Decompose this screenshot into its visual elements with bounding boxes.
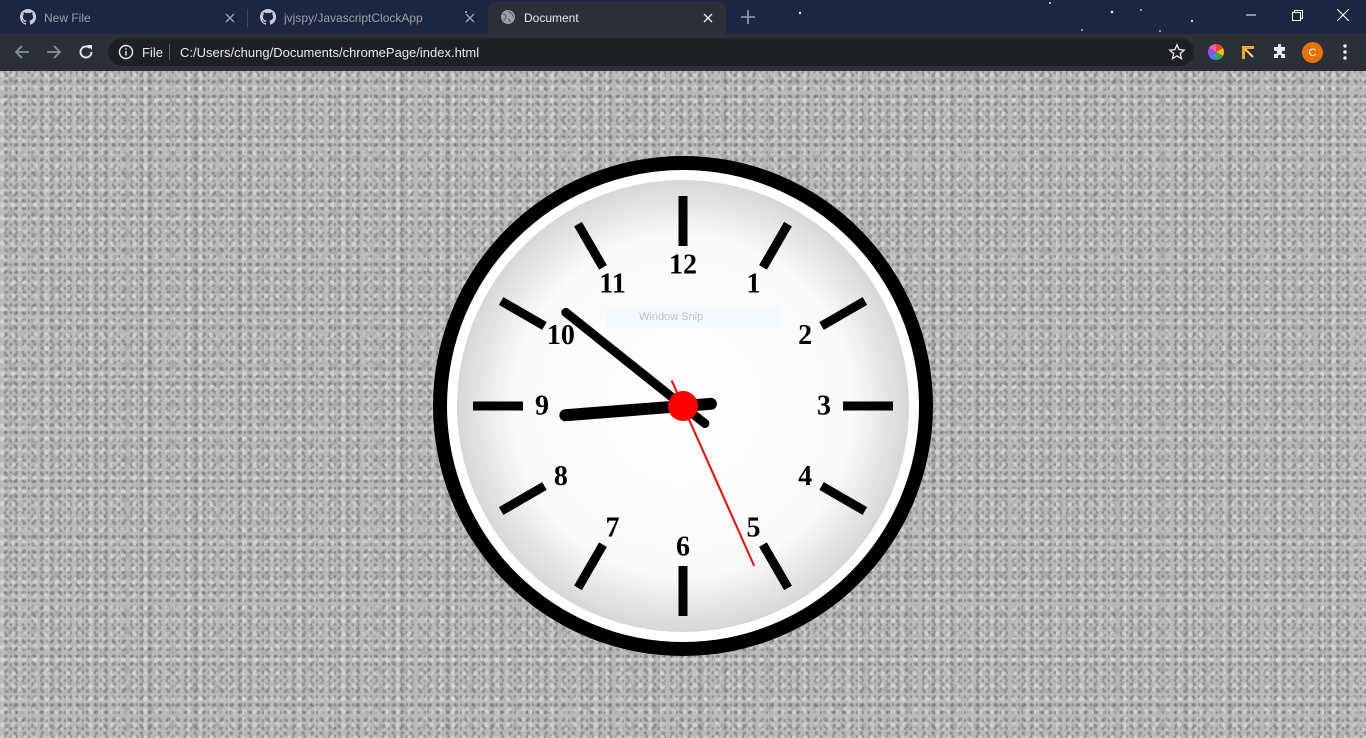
ruler-extension-icon[interactable]	[1238, 42, 1258, 62]
hour-number: 3	[817, 391, 831, 422]
hour-number: 2	[798, 320, 812, 351]
scheme-label: File	[142, 45, 163, 60]
center-cap	[668, 391, 698, 421]
hour-number: 11	[599, 268, 625, 299]
minimize-button[interactable]	[1228, 0, 1274, 30]
hour-number: 6	[676, 532, 690, 563]
reload-button[interactable]	[72, 38, 100, 66]
hour-number: 1	[747, 268, 761, 299]
divider	[169, 44, 170, 60]
close-icon[interactable]	[222, 10, 238, 26]
puzzle-extensions-icon[interactable]	[1270, 42, 1290, 62]
hour-number: 12	[669, 250, 697, 281]
profile-avatar[interactable]: C	[1302, 42, 1323, 63]
window-snip-tooltip: Window Snip	[606, 307, 780, 328]
tab-title: New File	[44, 11, 91, 25]
close-window-button[interactable]	[1320, 0, 1366, 30]
hour-number: 9	[535, 391, 549, 422]
hour-number: 10	[547, 320, 575, 351]
color-picker-extension-icon[interactable]	[1206, 42, 1226, 62]
analog-clock: 121234567891011	[433, 156, 933, 656]
close-icon[interactable]	[700, 10, 716, 26]
new-tab-button[interactable]	[738, 7, 758, 27]
close-icon[interactable]	[462, 10, 478, 26]
globe-icon	[500, 9, 516, 28]
page-content: 12 1 2 3 4 5 6 7 8 9 10 11 Window Snip	[0, 71, 1366, 738]
github-icon	[19, 8, 37, 28]
tab-strip: New File jvjspy/JavascriptClockApp Docum…	[0, 0, 1366, 34]
bookmark-star-icon[interactable]	[1168, 43, 1186, 61]
forward-button[interactable]	[40, 38, 68, 66]
forward-arrow-icon	[47, 45, 62, 59]
restore-button[interactable]	[1274, 0, 1320, 30]
info-icon[interactable]	[118, 44, 134, 60]
tab-document[interactable]: Document	[488, 2, 726, 34]
hour-number: 7	[606, 513, 620, 544]
github-icon	[259, 8, 277, 28]
menu-kebab-icon[interactable]	[1335, 42, 1355, 62]
hour-number: 5	[747, 513, 761, 544]
hour-number: 8	[554, 461, 568, 492]
back-button[interactable]	[8, 38, 36, 66]
url-text[interactable]: C:/Users/chung/Documents/chromePage/inde…	[180, 45, 479, 60]
hour-number: 4	[798, 461, 812, 492]
tab-title: jvjspy/JavascriptClockApp	[284, 11, 423, 25]
tab-new-file[interactable]: New File	[8, 2, 248, 34]
tab-title: Document	[524, 11, 579, 25]
address-bar[interactable]: File C:/Users/chung/Documents/chromePage…	[108, 38, 1194, 66]
back-arrow-icon	[14, 45, 29, 59]
reload-icon	[79, 45, 93, 59]
tab-javascript-clock-app[interactable]: jvjspy/JavascriptClockApp	[248, 2, 488, 34]
browser-toolbar: File C:/Users/chung/Documents/chromePage…	[0, 34, 1366, 71]
